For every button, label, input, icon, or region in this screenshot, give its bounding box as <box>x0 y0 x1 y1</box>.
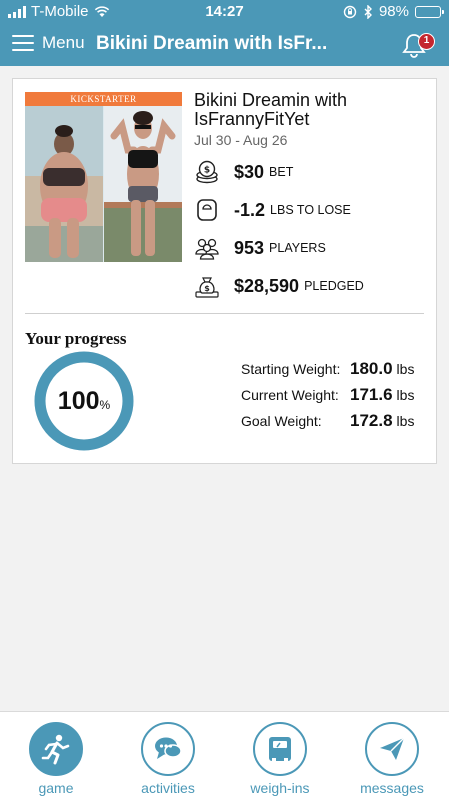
goal-weight-row: Goal Weight: 172.8 lbs <box>241 411 431 431</box>
top-nav-bar: Menu Bikini Dreamin with IsFr... 1 <box>0 24 449 66</box>
status-bar: T-Mobile 14:27 98% <box>0 0 449 24</box>
stat-bet: $ $30 BET <box>194 159 293 185</box>
tab-messages[interactable]: messages <box>352 722 432 796</box>
current-weight-value: 171.6 <box>350 385 393 404</box>
players-icon <box>195 238 219 260</box>
pledged-value: $28,590 <box>234 275 300 296</box>
before-photo <box>25 106 103 262</box>
hamburger-icon <box>12 35 34 51</box>
bet-value: $30 <box>234 161 265 182</box>
tab-activities-circle <box>141 722 195 776</box>
starting-weight-value: 180.0 <box>350 359 393 378</box>
paper-plane-icon <box>380 737 405 760</box>
coins-icon: $ <box>196 160 218 184</box>
menu-button[interactable]: Menu <box>12 33 85 53</box>
tab-weigh-ins-label: weigh-ins <box>250 780 310 796</box>
scale-icon <box>269 737 291 761</box>
tab-game-label: game <box>38 780 74 796</box>
notification-badge[interactable]: 1 <box>418 33 435 50</box>
tab-game-circle <box>29 722 83 776</box>
stat-lbs-to-lose: -1.2 LBS TO LOSE <box>194 197 351 223</box>
tab-activities-label: activities <box>141 780 195 796</box>
divider <box>25 313 424 314</box>
progress-percent-value: 100 <box>57 386 100 415</box>
game-dates: Jul 30 - Aug 26 <box>194 132 288 148</box>
system-icons: 98% <box>343 3 444 20</box>
goal-weight-value: 172.8 <box>350 411 393 430</box>
progress-title: Your progress <box>25 329 127 348</box>
current-weight-row: Current Weight: 171.6 lbs <box>241 385 431 405</box>
starting-weight-unit: lbs <box>396 361 415 377</box>
players-label: PLAYERS <box>269 241 326 255</box>
kickstarter-banner: KICKSTARTER <box>25 92 182 106</box>
goal-weight-unit: lbs <box>396 413 415 429</box>
after-photo <box>104 106 182 262</box>
menu-label: Menu <box>42 33 85 52</box>
svg-text:$: $ <box>204 166 210 176</box>
chat-bubble-icon <box>155 737 182 759</box>
rotation-lock-icon <box>343 5 357 18</box>
starting-weight-row: Starting Weight: 180.0 lbs <box>241 359 431 379</box>
players-value: 953 <box>234 237 265 258</box>
pledged-label: PLEDGED <box>304 279 364 293</box>
starting-weight-label: Starting Weight: <box>241 361 341 377</box>
svg-text:$: $ <box>204 284 210 293</box>
bottom-tab-bar: game activities weigh-ins messages <box>0 711 449 800</box>
bluetooth-icon <box>364 4 372 19</box>
current-weight-label: Current Weight: <box>241 387 339 403</box>
scale-icon <box>197 199 217 221</box>
tab-weigh-ins[interactable]: weigh-ins <box>240 722 320 796</box>
stat-pledged: $ $28,590 PLEDGED <box>194 273 364 299</box>
progress-percent-symbol: % <box>99 398 111 412</box>
battery-icon <box>415 5 444 18</box>
stat-players: 953 PLAYERS <box>194 235 326 261</box>
goal-weight-label: Goal Weight: <box>241 413 322 429</box>
page-title: Bikini Dreamin with IsFr... <box>96 33 328 54</box>
tab-game[interactable]: game <box>16 722 96 796</box>
current-weight-unit: lbs <box>396 387 415 403</box>
tab-messages-label: messages <box>360 780 424 796</box>
progress-percent: 100 % <box>34 351 134 451</box>
lbs-to-lose-value: -1.2 <box>234 199 266 220</box>
lbs-to-lose-label: LBS TO LOSE <box>270 203 351 217</box>
running-person-icon <box>41 734 70 765</box>
game-card: KICKSTARTER Bikini Dreamin with IsFranny… <box>12 78 437 464</box>
battery-percent: 98% <box>378 3 409 20</box>
tab-weigh-ins-circle <box>253 722 307 776</box>
game-title: Bikini Dreamin with IsFrannyFitYet <box>194 90 348 129</box>
tab-activities[interactable]: activities <box>128 722 208 796</box>
game-photo[interactable]: KICKSTARTER <box>25 92 182 262</box>
money-bag-icon: $ <box>195 277 219 298</box>
tab-messages-circle <box>365 722 419 776</box>
bet-label: BET <box>269 165 294 179</box>
